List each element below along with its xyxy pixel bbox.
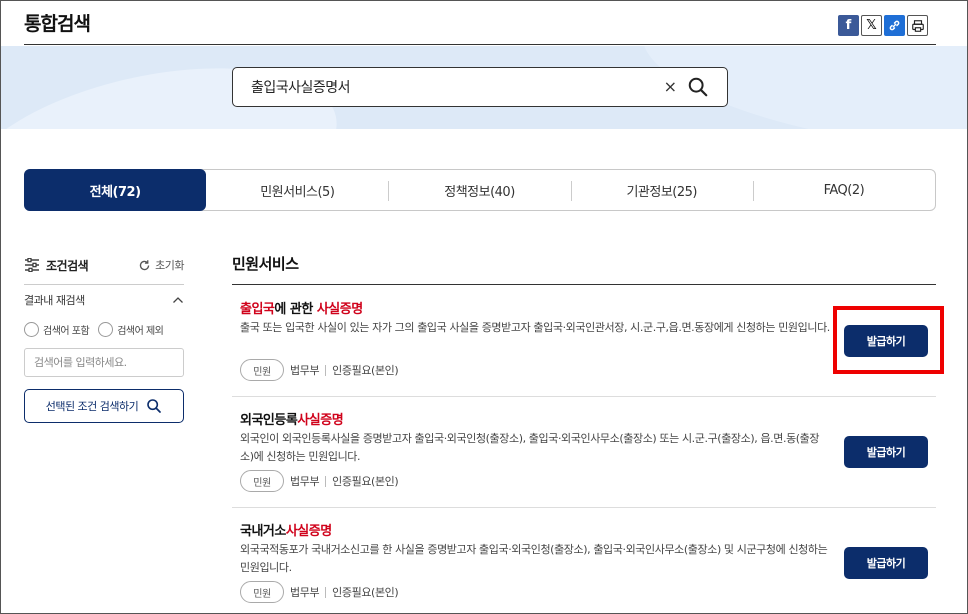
reset-label: 초기화	[155, 259, 184, 272]
search-conditions-button[interactable]: 선택된 조건 검색하기	[24, 389, 184, 423]
agency-label: 법무부	[290, 475, 320, 488]
refine-label: 결과내 재검색	[24, 294, 85, 307]
radio-circle[interactable]	[24, 322, 39, 337]
search-icon	[147, 399, 162, 413]
divider	[232, 396, 936, 397]
category-pill: 민원	[240, 470, 284, 492]
result-item: 출입국에 관한 사실증명 출국 또는 입국한 사실이 있는 자가 그의 출입국 …	[232, 298, 936, 396]
filter-title-label: 조건검색	[46, 258, 89, 273]
link-icon[interactable]	[884, 15, 905, 36]
chevron-up-icon	[173, 297, 183, 303]
search-conditions-label: 선택된 조건 검색하기	[45, 400, 139, 413]
auth-label: 인증필요(본인)	[332, 364, 399, 377]
tab-policy-info[interactable]: 정책정보(40)	[388, 170, 570, 210]
result-description: 외국국적동포가 국내거소신고를 한 사실을 증명받고자 출입국·외국인청(출장소…	[240, 543, 828, 574]
filter-title: 조건검색	[24, 257, 89, 274]
radio-include-keyword[interactable]: 검색어 포함	[24, 322, 90, 337]
radio-exclude-keyword[interactable]: 검색어 제외	[98, 322, 164, 337]
filter-sidebar: 조건검색 초기화 결과내 재검색 검색어 포함 검색어 제외 선택된 조건 검색…	[24, 250, 184, 423]
radio-exclude-label: 검색어 제외	[117, 326, 164, 337]
tab-civil-services[interactable]: 민원서비스(5)	[206, 170, 388, 210]
category-pill: 민원	[240, 581, 284, 603]
agency-label: 법무부	[290, 364, 320, 377]
result-item: 외국인등록사실증명 외국인이 외국인등록사실을 증명받고자 출입국·외국인청(출…	[232, 409, 936, 507]
print-icon[interactable]	[907, 15, 928, 36]
tab-agency-info[interactable]: 기관정보(25)	[570, 170, 753, 210]
refine-toggle[interactable]: 결과내 재검색	[24, 292, 184, 308]
result-meta: 민원 법무부 인증필요(본인)	[240, 359, 399, 381]
divider	[232, 507, 936, 508]
issue-button[interactable]: 발급하기	[844, 547, 928, 579]
result-tabs: 전체(72) 민원서비스(5) 정책정보(40) 기관정보(25) FAQ(2)	[24, 169, 936, 211]
title-keyword: 사실증명	[316, 302, 363, 317]
radio-include-label: 검색어 포함	[43, 326, 90, 337]
search-icon[interactable]	[687, 76, 709, 98]
facebook-icon[interactable]: f	[838, 15, 859, 36]
radio-circle[interactable]	[98, 322, 114, 337]
meta-divider	[325, 475, 327, 487]
category-pill: 민원	[240, 359, 284, 381]
reset-button[interactable]: 초기화	[138, 257, 184, 273]
result-title[interactable]: 외국인등록사실증명	[240, 409, 344, 428]
search-banner: ×	[0, 46, 968, 129]
result-meta: 민원 법무부 인증필요(본인)	[240, 581, 399, 603]
refine-keyword-input[interactable]	[24, 348, 184, 377]
share-toolbar: f 𝕏	[838, 15, 928, 36]
section-divider	[232, 284, 936, 285]
divider	[24, 284, 184, 285]
issue-button[interactable]: 발급하기	[844, 436, 928, 468]
clear-icon[interactable]: ×	[664, 77, 677, 96]
tab-faq[interactable]: FAQ(2)	[752, 170, 935, 210]
title-keyword: 사실증명	[285, 524, 332, 539]
title-text: 에 관한	[274, 302, 317, 317]
result-description: 외국인이 외국인등록사실을 증명받고자 출입국·외국인청(출장소), 출입국·외…	[240, 432, 820, 463]
x-twitter-icon[interactable]: 𝕏	[861, 15, 882, 36]
issue-button[interactable]: 발급하기	[844, 325, 928, 357]
title-text: 국내거소	[240, 524, 286, 539]
meta-divider	[325, 586, 327, 598]
title-keyword: 출입국	[240, 302, 275, 317]
title-text: 외국인등록	[240, 413, 298, 428]
section-title: 민원서비스	[232, 255, 299, 273]
auth-label: 인증필요(본인)	[332, 475, 399, 488]
filter-sliders-icon	[25, 258, 39, 272]
search-input[interactable]	[251, 68, 651, 106]
title-keyword: 사실증명	[297, 413, 344, 428]
meta-divider	[325, 364, 327, 376]
page-title: 통합검색	[24, 13, 91, 35]
keyword-mode-radios: 검색어 포함 검색어 제외	[24, 322, 164, 337]
refresh-icon	[139, 259, 150, 270]
result-meta: 민원 법무부 인증필요(본인)	[240, 470, 399, 492]
result-title[interactable]: 국내거소사실증명	[240, 520, 332, 539]
result-item: 국내거소사실증명 외국국적동포가 국내거소신고를 한 사실을 증명받고자 출입국…	[232, 520, 936, 614]
result-title[interactable]: 출입국에 관한 사실증명	[240, 298, 363, 317]
page-header: 통합검색 f 𝕏	[24, 0, 936, 45]
agency-label: 법무부	[290, 586, 320, 599]
tab-all[interactable]: 전체(72)	[24, 169, 207, 211]
search-box: ×	[232, 67, 728, 107]
auth-label: 인증필요(본인)	[332, 586, 399, 599]
result-description: 출국 또는 입국한 사실이 있는 자가 그의 출입국 사실을 증명받고자 출입국…	[240, 321, 830, 334]
filter-header: 조건검색 초기화	[24, 250, 184, 280]
